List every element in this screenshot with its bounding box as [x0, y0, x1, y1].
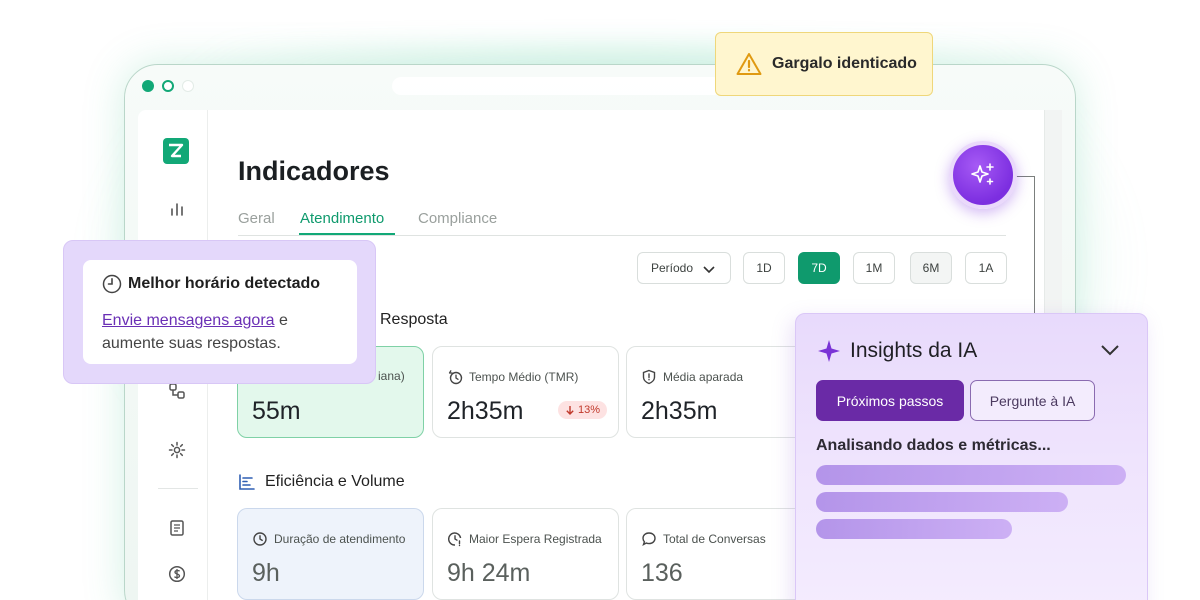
- sidebar-divider: [158, 488, 198, 489]
- range-button-1m[interactable]: 1M: [853, 252, 895, 284]
- section-header-efficiency: Eficiência e Volume: [238, 473, 405, 491]
- period-dropdown[interactable]: Período: [637, 252, 731, 284]
- next-steps-button[interactable]: Próximos passos: [816, 380, 964, 421]
- metric-label-row: Tempo Médio (TMR): [447, 369, 578, 385]
- chevron-down-icon: [703, 266, 715, 274]
- section-title-efficiency: Eficiência e Volume: [265, 473, 405, 490]
- loading-skeleton-line: [816, 492, 1068, 512]
- sparkles-icon: [971, 163, 994, 185]
- active-tab-indicator: [299, 233, 395, 235]
- ask-ai-button[interactable]: Pergunte à IA: [970, 380, 1095, 421]
- connector-line: [1015, 176, 1035, 316]
- loading-skeleton-line: [816, 519, 1012, 539]
- bar-chart-horizontal-icon: [239, 474, 255, 490]
- workflow-icon: [169, 383, 185, 399]
- bottleneck-alert[interactable]: Gargalo identicado: [715, 32, 933, 96]
- chevron-down-icon[interactable]: [1099, 342, 1121, 358]
- sidebar-item-billing[interactable]: [166, 563, 188, 585]
- tip-body: Envie mensagens agora e aumente suas res…: [102, 309, 342, 355]
- loading-skeleton-line: [816, 465, 1126, 485]
- metric-value: 136: [641, 559, 683, 587]
- clock-icon: [102, 274, 122, 294]
- range-button-6m[interactable]: 6M: [910, 252, 952, 284]
- metric-card-duration[interactable]: Duração de atendimento 9h: [237, 508, 424, 600]
- logo-z-icon: [169, 143, 184, 158]
- range-button-1a[interactable]: 1A: [965, 252, 1007, 284]
- tab-geral[interactable]: Geral: [238, 210, 275, 227]
- shield-alert-icon: [642, 369, 656, 385]
- metric-value: 9h: [252, 559, 280, 587]
- window-dot-close[interactable]: [142, 80, 154, 92]
- window-dot-maximize[interactable]: [182, 80, 194, 92]
- sidebar-item-settings[interactable]: [166, 439, 188, 461]
- metric-label: Duração de atendimento: [274, 532, 406, 546]
- delta-badge: 13%: [558, 401, 608, 419]
- sparkle-icon: [818, 340, 840, 362]
- sidebar-item-analytics[interactable]: [166, 198, 188, 220]
- page-title: Indicadores: [238, 156, 390, 186]
- metric-value: 2h35m: [447, 397, 524, 425]
- tab-bar: Geral Atendimento Compliance: [238, 208, 1006, 236]
- tab-compliance[interactable]: Compliance: [418, 210, 497, 227]
- metric-label: Tempo Médio (TMR): [469, 370, 579, 384]
- alert-text: Gargalo identicado: [772, 55, 917, 72]
- ai-assistant-button[interactable]: [949, 141, 1017, 209]
- metric-value: 55m: [252, 397, 301, 425]
- range-button-1d[interactable]: 1D: [743, 252, 785, 284]
- metric-value: 2h35m: [641, 397, 718, 425]
- metric-card-total-conversations[interactable]: Total de Conversas 136: [626, 508, 813, 600]
- metric-card-max-wait[interactable]: Maior Espera Registrada 9h 24m: [432, 508, 619, 600]
- metric-card-tmr[interactable]: Tempo Médio (TMR) 2h35m 13%: [432, 346, 619, 438]
- warning-icon: [736, 53, 762, 75]
- chat-bubble-icon: [642, 532, 656, 546]
- metric-label: Média aparada: [663, 370, 744, 384]
- metric-label: Total de Conversas: [663, 532, 766, 546]
- period-label: Período: [651, 261, 694, 275]
- window-controls: [142, 80, 194, 92]
- window-dot-minimize[interactable]: [162, 80, 174, 92]
- section-title-response: Resposta: [380, 311, 448, 328]
- metric-label: Maior Espera Registrada: [469, 532, 602, 546]
- range-button-7d[interactable]: 7D: [798, 252, 840, 284]
- sidebar-item-docs[interactable]: [166, 517, 188, 539]
- send-messages-link[interactable]: Envie mensagens agora: [102, 312, 275, 329]
- clock-refresh-icon: [448, 370, 463, 385]
- delta-value: 13%: [578, 404, 601, 416]
- clock-alert-icon: [447, 532, 462, 547]
- app-logo[interactable]: [163, 138, 189, 164]
- arrow-down-icon: [566, 406, 574, 415]
- metric-card-trimmed-mean[interactable]: Média aparada 2h35m: [626, 346, 813, 438]
- metric-label: iana): [378, 369, 405, 383]
- clock-icon: [253, 532, 267, 546]
- dollar-icon: [168, 565, 186, 583]
- insights-header: Insights da IA: [816, 338, 977, 364]
- tab-atendimento[interactable]: Atendimento: [300, 210, 384, 227]
- gear-icon: [168, 441, 186, 459]
- metric-label-row: Total de Conversas: [641, 531, 766, 547]
- bar-chart-icon: [171, 203, 183, 216]
- address-bar[interactable]: [392, 77, 722, 95]
- metric-value: 9h 24m: [447, 559, 531, 587]
- tip-title: Melhor horário detectado: [128, 275, 321, 292]
- metric-label-row: Média aparada: [641, 369, 743, 385]
- metric-label-row: Maior Espera Registrada: [447, 531, 602, 547]
- insights-status: Analisando dados e métricas...: [816, 437, 1051, 454]
- metric-label-row: Duração de atendimento: [252, 531, 405, 547]
- insights-title: Insights da IA: [850, 339, 978, 362]
- tip-header: Melhor horário detectado: [102, 274, 320, 294]
- book-icon: [170, 520, 184, 536]
